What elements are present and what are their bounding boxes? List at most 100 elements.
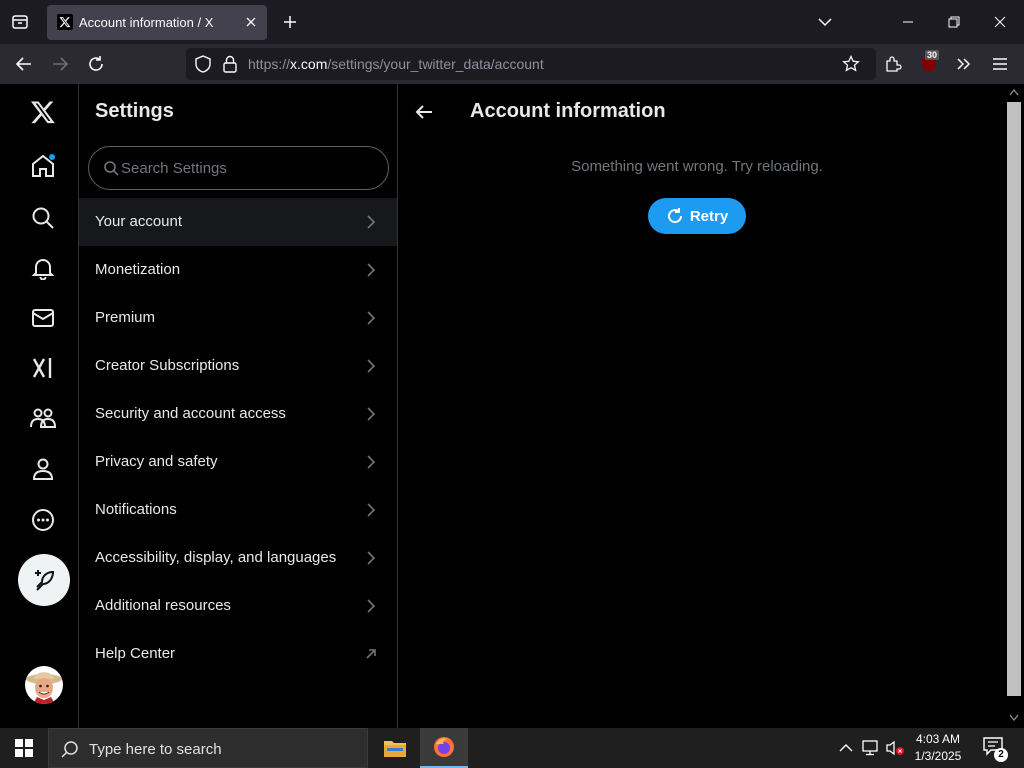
x-nav-rail xyxy=(0,84,79,728)
scroll-down-icon[interactable] xyxy=(1009,714,1019,722)
tab-list-icon[interactable] xyxy=(8,10,32,34)
chevron-right-icon xyxy=(367,455,376,469)
settings-item-label: Monetization xyxy=(95,261,181,278)
minimize-icon[interactable] xyxy=(898,12,918,32)
settings-item-label: Creator Subscriptions xyxy=(95,357,240,374)
windows-logo-icon xyxy=(15,739,33,757)
restore-icon[interactable] xyxy=(944,12,964,32)
settings-item-monetization[interactable]: Monetization xyxy=(79,246,397,294)
forward-arrow-icon[interactable] xyxy=(48,52,72,76)
page-scrollbar[interactable] xyxy=(1004,84,1024,728)
reload-icon[interactable] xyxy=(84,52,108,76)
show-hidden-icons-chevron-icon[interactable] xyxy=(836,738,856,758)
notification-count-badge: 2 xyxy=(994,748,1008,762)
close-window-icon[interactable] xyxy=(990,12,1010,32)
settings-item-your-account[interactable]: Your account xyxy=(79,198,397,246)
settings-item-notifications[interactable]: Notifications xyxy=(79,486,397,534)
chevron-right-icon xyxy=(367,599,376,613)
error-message: Something went wrong. Try reloading. xyxy=(571,158,823,175)
network-icon[interactable] xyxy=(861,738,881,758)
search-icon[interactable] xyxy=(27,202,59,234)
chevron-right-icon xyxy=(367,263,376,277)
tab-title: Account information / X xyxy=(79,15,214,30)
taskbar-search-placeholder: Type here to search xyxy=(89,741,222,758)
tab-close-icon[interactable] xyxy=(243,14,259,30)
url-scheme: https:// xyxy=(248,56,291,72)
avatar[interactable] xyxy=(25,666,63,704)
messages-envelope-icon[interactable] xyxy=(27,302,59,334)
chevron-right-icon xyxy=(367,503,376,517)
screen: Account information / X https://x.com/se… xyxy=(0,0,1024,768)
x-logo-favicon-icon xyxy=(57,14,73,30)
settings-item-label: Security and account access xyxy=(95,405,286,422)
settings-title: Settings xyxy=(95,100,174,122)
extension-badge: 30 xyxy=(925,50,940,60)
settings-item-label: Privacy and safety xyxy=(95,453,218,470)
settings-item-creator-subscriptions[interactable]: Creator Subscriptions xyxy=(79,342,397,390)
chevron-right-icon xyxy=(367,311,376,325)
list-all-tabs-icon[interactable] xyxy=(815,12,835,32)
settings-menu: Your account Monetization Premium Creato… xyxy=(79,198,397,678)
extensions-puzzle-icon[interactable] xyxy=(881,52,905,76)
shield-icon[interactable] xyxy=(194,55,212,78)
settings-item-privacy[interactable]: Privacy and safety xyxy=(79,438,397,486)
profile-icon[interactable] xyxy=(27,453,59,485)
settings-item-label: Accessibility, display, and languages xyxy=(95,549,337,566)
back-arrow-icon[interactable] xyxy=(412,100,436,124)
windows-start-button[interactable] xyxy=(0,728,48,768)
settings-item-label: Notifications xyxy=(95,501,177,518)
url-path: /settings/your_twitter_data/account xyxy=(327,56,544,72)
grok-icon[interactable] xyxy=(27,352,59,384)
chevron-right-icon xyxy=(367,215,376,229)
settings-item-label: Help Center xyxy=(95,645,176,662)
x-logo-icon[interactable] xyxy=(27,96,59,128)
settings-item-accessibility[interactable]: Accessibility, display, and languages xyxy=(79,534,397,582)
settings-item-premium[interactable]: Premium xyxy=(79,294,397,342)
clock-date: 1/3/2025 xyxy=(914,749,962,763)
home-icon[interactable] xyxy=(27,150,59,182)
scroll-up-icon[interactable] xyxy=(1009,88,1019,96)
browser-tab-active[interactable]: Account information / X xyxy=(47,5,267,40)
more-options-icon[interactable] xyxy=(27,504,59,536)
settings-item-help-center[interactable]: Help Center xyxy=(79,630,397,678)
windows-taskbar: Type here to search 4:03 AM 1/3/2025 2 xyxy=(0,728,1024,768)
feather-plus-icon xyxy=(35,570,55,591)
notifications-bell-icon[interactable] xyxy=(27,252,59,284)
settings-item-label: Premium xyxy=(95,309,156,326)
page-title: Account information xyxy=(470,100,666,122)
taskbar-clock[interactable]: 4:03 AM 1/3/2025 xyxy=(905,731,971,765)
browser-tab-strip: Account information / X xyxy=(0,0,1024,44)
firefox-icon[interactable] xyxy=(420,728,468,768)
external-link-icon xyxy=(366,649,376,659)
volume-muted-icon[interactable] xyxy=(885,738,905,758)
refresh-icon xyxy=(667,208,682,224)
bookmark-star-icon[interactable] xyxy=(842,54,860,78)
scroll-thumb[interactable] xyxy=(1007,102,1021,696)
chevron-right-icon xyxy=(367,359,376,373)
new-tab-icon[interactable] xyxy=(280,12,300,32)
hamburger-menu-icon[interactable] xyxy=(988,52,1012,76)
browser-navbar: https://x.com/settings/your_twitter_data… xyxy=(0,44,1024,84)
search-icon xyxy=(61,740,79,763)
url-bar[interactable]: https://x.com/settings/your_twitter_data… xyxy=(186,48,876,80)
settings-item-label: Your account xyxy=(95,213,183,230)
back-arrow-icon[interactable] xyxy=(12,52,36,76)
lock-icon[interactable] xyxy=(222,55,238,78)
communities-icon[interactable] xyxy=(27,402,59,434)
search-placeholder: Search Settings xyxy=(121,160,227,177)
clock-time: 4:03 AM xyxy=(915,732,961,746)
taskbar-search-box[interactable]: Type here to search xyxy=(48,728,368,768)
more-tools-chevrons-icon[interactable] xyxy=(952,52,976,76)
url-host: x.com xyxy=(290,56,328,72)
file-explorer-icon[interactable] xyxy=(371,728,419,768)
retry-button[interactable]: Retry xyxy=(648,198,746,234)
url-text[interactable]: https://x.com/settings/your_twitter_data… xyxy=(248,56,544,72)
search-icon xyxy=(103,160,119,181)
compose-post-button[interactable] xyxy=(18,554,70,606)
search-settings-input[interactable]: Search Settings xyxy=(88,146,389,190)
action-center-icon[interactable]: 2 xyxy=(982,736,1008,762)
settings-column: Settings Search Settings Your account Mo… xyxy=(79,84,398,728)
settings-item-additional-resources[interactable]: Additional resources xyxy=(79,582,397,630)
chevron-right-icon xyxy=(367,551,376,565)
settings-item-security[interactable]: Security and account access xyxy=(79,390,397,438)
